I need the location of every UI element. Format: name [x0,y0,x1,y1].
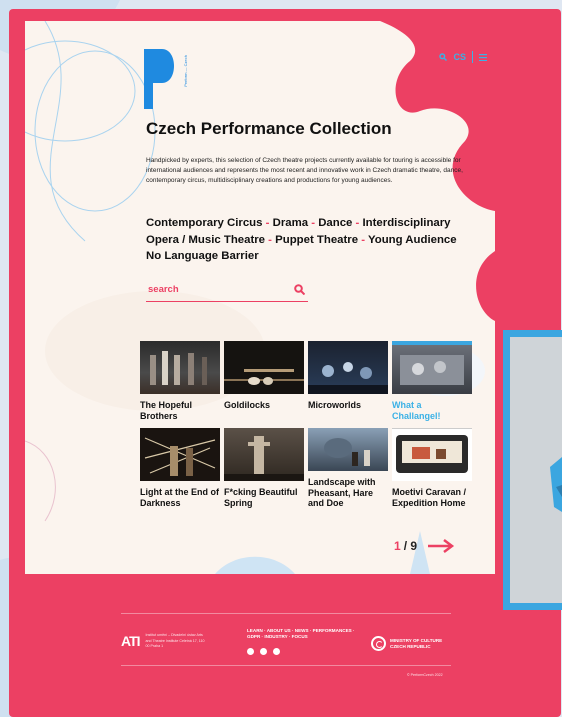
ati-address: Institut umění – Divadelní ústav Arts an… [145,633,205,648]
search-field[interactable]: search [146,283,308,302]
top-nav: CS [439,51,487,63]
production-title[interactable]: Light at the End of Darkness [140,487,220,508]
social-links [247,648,280,655]
production-thumbnail[interactable] [140,341,220,394]
production-thumbnail[interactable] [392,341,472,394]
production-card[interactable]: Moetivi Caravan / Expedition Home [392,428,472,508]
side-image [510,337,562,603]
next-page-arrow-icon[interactable] [427,539,455,553]
category-young-audience[interactable]: Young Audience [368,234,457,246]
copyright: © PerformCzech 2022 [407,673,443,677]
footer-divider-top [121,613,451,614]
production-thumbnail[interactable] [308,428,388,471]
instagram-icon[interactable] [247,648,254,655]
production-card[interactable]: The Hopeful Brothers [140,341,220,421]
category-contemporary-circus[interactable]: Contemporary Circus [146,217,262,229]
production-thumbnail[interactable] [224,428,304,481]
language-switch[interactable]: CS [453,52,466,62]
ati-logo[interactable]: ATI Institut umění – Divadelní ústav Art… [121,633,206,650]
page-frame: Perform — Czech CS Czech Performance Col… [9,9,561,717]
production-card[interactable]: Goldilocks [224,341,304,411]
production-title[interactable]: F*cking Beautiful Spring [224,487,304,508]
logo-tagline: Perform — Czech [183,55,188,87]
total-pages: / 9 [403,539,418,553]
menu-icon[interactable] [479,53,487,61]
category-list: Contemporary Circus - Drama - Dance - In… [146,217,457,262]
production-title[interactable]: Moetivi Caravan / Expedition Home [392,487,472,508]
production-card[interactable]: What a Challangel! [392,341,472,421]
search-icon[interactable] [294,284,305,295]
production-card[interactable]: Landscape with Pheasant, Hare and Doe [308,428,388,509]
production-card[interactable]: F*cking Beautiful Spring [224,428,304,508]
facebook-icon[interactable] [260,648,267,655]
category-interdisciplinary[interactable]: Interdisciplinary [363,217,451,229]
page-title: Czech Performance Collection [146,119,392,138]
ministry-of-culture-logo[interactable]: MINISTRY OF CULTURE CZECH REPUBLIC [371,636,450,651]
category-drama[interactable]: Drama [273,217,308,229]
nav-divider [472,51,473,63]
main-content: Perform — Czech CS Czech Performance Col… [25,21,495,574]
ministry-name: MINISTRY OF CULTURE CZECH REPUBLIC [390,638,443,649]
ministry-emblem-icon [371,636,386,651]
search-icon[interactable] [439,53,448,61]
production-thumbnail[interactable] [224,341,304,394]
pagination: 1 / 9 [394,539,455,553]
production-title[interactable]: Goldilocks [224,400,304,411]
search-placeholder: search [148,284,179,295]
production-title[interactable]: Microworlds [308,400,388,411]
production-title[interactable]: What a Challangel! [392,400,472,421]
production-card[interactable]: Light at the End of Darkness [140,428,220,508]
footer-divider-bottom [121,665,451,666]
current-page: 1 [394,539,401,553]
production-thumbnail[interactable] [308,341,388,394]
side-image-panel [503,330,562,610]
category-dance[interactable]: Dance [318,217,352,229]
production-thumbnail[interactable] [392,428,472,481]
footer-links[interactable]: LEARN · ABOUT US · NEWS · PERFORMANCES ·… [247,628,357,640]
perform-czech-logo[interactable]: Perform — Czech [144,49,190,114]
category-opera-music-theatre[interactable]: Opera / Music Theatre [146,234,265,246]
category-no-language-barrier[interactable]: No Language Barrier [146,250,259,262]
production-card[interactable]: Microworlds [308,341,388,411]
ati-logo-mark: ATI [121,633,140,650]
production-title[interactable]: The Hopeful Brothers [140,400,220,421]
intro-text: Handpicked by experts, this selection of… [146,157,463,184]
youtube-icon[interactable] [273,648,280,655]
category-puppet-theatre[interactable]: Puppet Theatre [275,234,358,246]
production-title[interactable]: Landscape with Pheasant, Hare and Doe [308,477,388,509]
production-thumbnail[interactable] [140,428,220,481]
